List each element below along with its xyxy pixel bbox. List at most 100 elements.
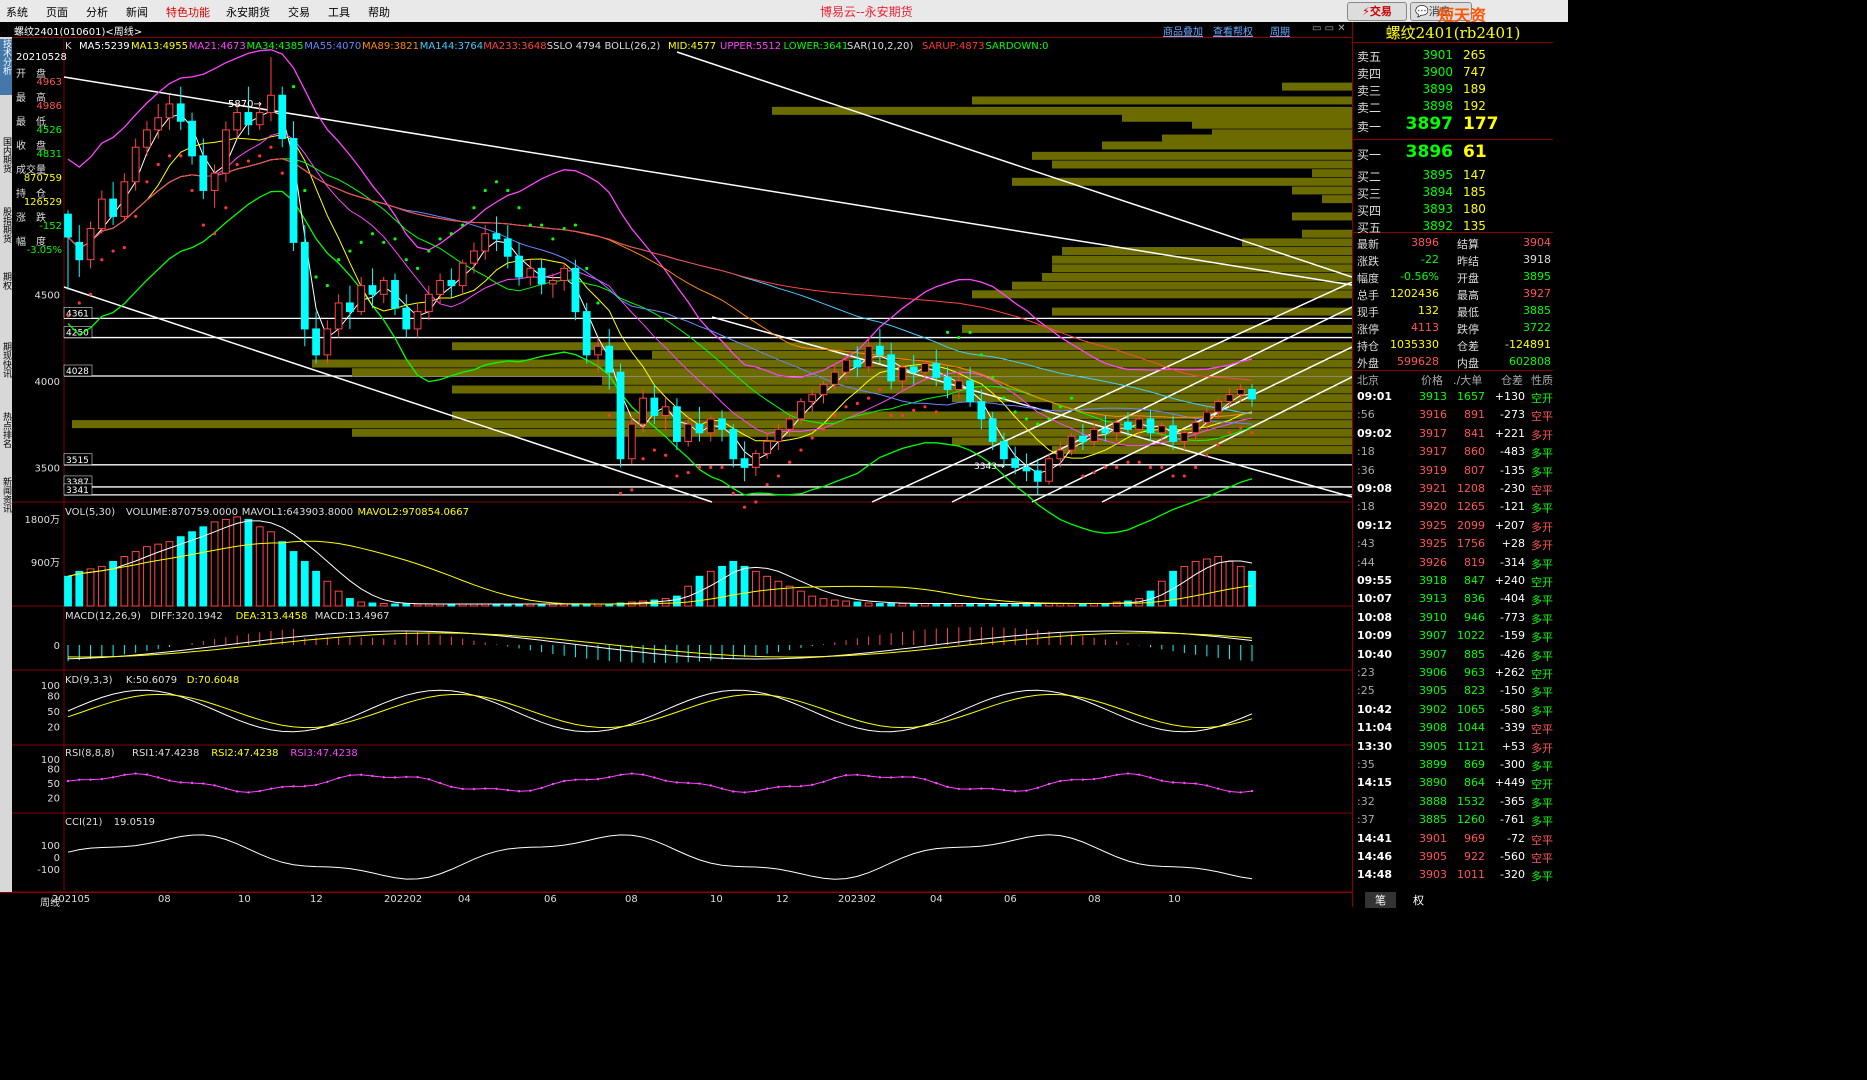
sar-dot [810, 436, 814, 440]
tab-flash-news[interactable]: 期现快讯 [0, 342, 12, 378]
tick-header: 仓差 [1501, 374, 1523, 387]
tick-time: 09:55 [1357, 574, 1393, 587]
volume-bar [391, 603, 399, 607]
tab-options[interactable]: 期权 [0, 272, 12, 290]
legend-item: VOL(5,30) [65, 507, 115, 518]
tick-time: :18 [1357, 445, 1375, 459]
volume-profile-bar [972, 290, 1352, 299]
tick-time: 14:15 [1357, 776, 1393, 790]
trade-icon: ⚡ [1362, 5, 1370, 18]
rsi-dot [901, 775, 904, 779]
sar-dot [585, 266, 589, 270]
bar-data-value: 126529 [23, 197, 62, 208]
rsi-dot [382, 776, 385, 779]
menu-tools[interactable]: 工具 [328, 4, 350, 20]
sar-dot [596, 301, 600, 305]
tab-technical-analysis[interactable]: 技术分析 [0, 39, 12, 95]
overlay-commodity-link[interactable]: 商品叠加 [1163, 23, 1203, 38]
volume-bar [64, 575, 72, 607]
candle-down [244, 112, 253, 126]
period-link[interactable]: 周期 [1270, 23, 1290, 38]
rsi-dot [100, 777, 104, 781]
x-axis-label: 10 [238, 894, 251, 905]
sar-dot [1103, 465, 1108, 469]
rsi-dot [1047, 782, 1051, 786]
tick-time: :37 [1357, 813, 1375, 827]
candle-down [616, 371, 625, 460]
tab-hot-ranking[interactable]: 热点排名 [0, 412, 12, 448]
trend-line [63, 286, 713, 503]
tick-price: 3916 [1419, 408, 1447, 422]
candle-down [740, 458, 749, 468]
menu-trade[interactable]: 交易 [288, 4, 310, 20]
rsi-dot [980, 787, 983, 790]
menu-page[interactable]: 页面 [46, 4, 68, 20]
candle-up [921, 363, 929, 373]
price-axis-label: 4500 [35, 290, 60, 301]
sar-dot [1227, 431, 1232, 435]
candle-up [1236, 389, 1245, 396]
tab-rights[interactable]: 权 [1403, 892, 1434, 908]
rsi-dot [461, 787, 464, 791]
menu-features[interactable]: 特色功能 [166, 4, 210, 20]
menu-analysis[interactable]: 分析 [86, 4, 108, 20]
volume-bar [673, 595, 681, 607]
menu-news[interactable]: 新闻 [126, 4, 148, 20]
rsi-dot [371, 774, 374, 778]
rsi-dot [202, 782, 205, 785]
legend-item: MACD:13.4967 [315, 611, 390, 622]
stat-label: 内盘 [1457, 357, 1479, 370]
sar-dot [1160, 465, 1164, 469]
tick-nature: 多开 [1531, 428, 1553, 442]
stat-label: 总手 [1357, 289, 1379, 302]
trade-button[interactable]: ⚡交易 [1347, 2, 1407, 21]
window-controls-icon[interactable]: ▭ ▭ ✕ [1312, 23, 1346, 34]
view-help-link[interactable]: 查看帮权 [1213, 23, 1253, 38]
rsi-dot [1160, 779, 1163, 782]
ask-volume: 177 [1463, 114, 1499, 134]
chart-tab-title[interactable]: 螺纹2401(010601)<周线> [14, 23, 142, 38]
ma-legend-item: MID:4577 [668, 41, 716, 52]
tick-time: 14:48 [1357, 868, 1393, 882]
tick-oi-change: -580 [1500, 702, 1525, 716]
rsi-dot [1194, 782, 1197, 785]
tick-time: :43 [1357, 537, 1375, 551]
candle-up [842, 359, 850, 373]
rsi-dot [416, 775, 419, 779]
tick-volume: 823 [1464, 684, 1485, 698]
rsi-dot [619, 773, 622, 777]
tick-price: 3907 [1419, 647, 1447, 661]
menu-system[interactable]: 系统 [6, 4, 28, 20]
level-label: 4028 [66, 367, 89, 377]
sar-dot [799, 448, 803, 452]
ask-price: 3900 [1422, 65, 1453, 79]
rsi-dot [720, 787, 724, 790]
sar-dot [697, 465, 702, 469]
ask-volume: 189 [1463, 82, 1486, 96]
tab-domestic-futures[interactable]: 国内期货 [0, 137, 12, 173]
candle-up [154, 117, 163, 131]
rsi-dot [281, 785, 284, 789]
sar-dot [573, 223, 578, 227]
tab-index-futures[interactable]: 股指期货 [0, 207, 12, 243]
rsi-dot [754, 789, 758, 793]
left-vertical-tabs: 技术分析 国内期货 股指期货 期权 期现快讯 热点排名 新闻资讯 [0, 37, 12, 892]
tab-news-info[interactable]: 新闻资讯 [0, 477, 12, 513]
stat-label: 昨结 [1457, 255, 1479, 268]
candle-up [165, 103, 174, 119]
stat-label: 开盘 [1457, 272, 1479, 285]
rsi-dot [788, 785, 791, 788]
tick-time: 10:09 [1357, 629, 1393, 643]
main-chart-svg[interactable]: 436142504028351533873341 K MA5:5239 MA13:4… [12, 37, 1352, 892]
volume-bar [86, 568, 95, 607]
sar-dot [1058, 405, 1062, 409]
bar-data-panel: 20210528 开 盘 4963 最 高 4986 最 低 4526 收 盘 4831 成交量… [12, 52, 67, 257]
tab-ticks[interactable]: 笔 [1365, 892, 1396, 908]
sar-dot [979, 353, 983, 357]
stat-label: 持仓 [1357, 340, 1379, 353]
volume-bar [718, 565, 726, 607]
menu-help[interactable]: 帮助 [368, 4, 390, 20]
rsi-dot [551, 782, 555, 786]
stat-label: 跌停 [1457, 323, 1479, 336]
menu-yongan[interactable]: 永安期货 [226, 4, 270, 20]
